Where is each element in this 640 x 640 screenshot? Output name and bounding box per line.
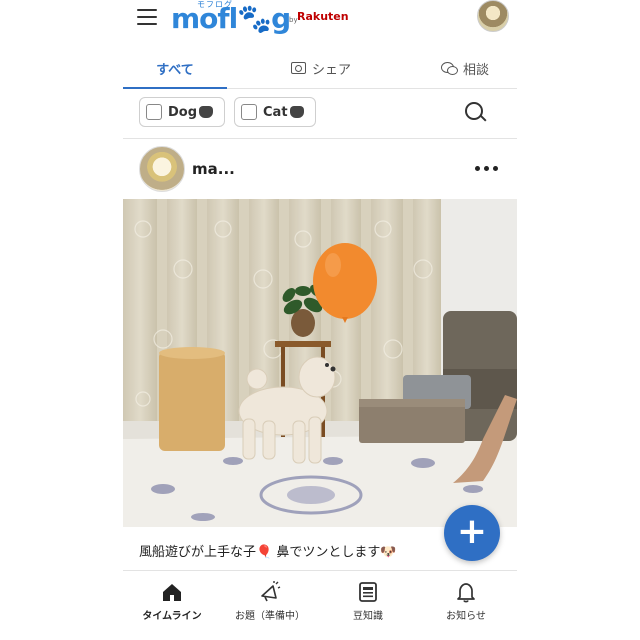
- feed-tabs: すべて シェア 相談: [123, 48, 517, 89]
- dog-filter-chip[interactable]: Dog: [139, 97, 225, 127]
- post-caption: 風船遊びが上手な子🎈 鼻でツンとします🐶: [139, 545, 397, 560]
- nav-timeline-label: タイムライン: [142, 611, 202, 622]
- cat-face-icon: [289, 106, 304, 118]
- nav-notifications[interactable]: お知らせ: [417, 579, 515, 629]
- dog-filter-label: Dog: [168, 104, 198, 120]
- camera-icon: [290, 62, 306, 74]
- logo-wordmark: mofl🐾g: [171, 2, 291, 35]
- tab-all-label: すべて: [156, 62, 194, 78]
- tab-share[interactable]: シェア: [261, 48, 381, 88]
- post-header: ma...: [123, 140, 517, 198]
- nav-notifications-label: お知らせ: [446, 611, 486, 622]
- more-options-icon[interactable]: [475, 166, 498, 171]
- dog-checkbox[interactable]: [146, 104, 162, 120]
- megaphone-icon: [261, 581, 281, 602]
- tab-share-label: シェア: [311, 62, 351, 78]
- post-avatar[interactable]: [139, 146, 185, 192]
- nav-topics[interactable]: お題（準備中）: [221, 579, 319, 629]
- profile-avatar[interactable]: [477, 0, 509, 32]
- photo-illustration: [123, 199, 517, 527]
- bell-icon: [457, 583, 475, 603]
- nav-timeline[interactable]: タイムライン: [123, 579, 221, 629]
- article-icon: [359, 582, 377, 602]
- tab-consult[interactable]: 相談: [413, 48, 517, 88]
- top-header: モフログ mofl🐾g by Rakuten: [123, 0, 517, 36]
- search-icon[interactable]: [465, 102, 487, 124]
- chat-icon: [440, 62, 458, 75]
- post-photo[interactable]: [123, 199, 517, 527]
- nav-tips[interactable]: 豆知識: [319, 579, 417, 629]
- home-icon: [163, 584, 181, 601]
- moflog-logo[interactable]: モフログ mofl🐾g by Rakuten: [171, 0, 351, 36]
- hamburger-menu-icon[interactable]: [137, 8, 157, 26]
- rakuten-brand: Rakuten: [297, 10, 349, 23]
- cat-checkbox[interactable]: [241, 104, 257, 120]
- tab-all[interactable]: すべて: [123, 48, 227, 89]
- post-username[interactable]: ma...: [192, 160, 235, 178]
- filter-bar: Dog Cat: [123, 90, 517, 139]
- dog-face-icon: [199, 106, 214, 118]
- create-post-button[interactable]: +: [444, 505, 500, 561]
- plus-icon: +: [456, 510, 488, 552]
- tab-consult-label: 相談: [462, 62, 489, 78]
- nav-topics-label: お題（準備中）: [235, 611, 305, 622]
- cat-filter-label: Cat: [263, 104, 288, 120]
- paw-icon: 🐾: [237, 2, 272, 35]
- cat-filter-chip[interactable]: Cat: [234, 97, 316, 127]
- app-screen: モフログ mofl🐾g by Rakuten すべて シェア 相談 Dog Ca…: [123, 0, 517, 640]
- nav-tips-label: 豆知識: [353, 611, 383, 622]
- bottom-navigation: タイムライン お題（準備中） 豆知識 お知らせ: [123, 570, 517, 640]
